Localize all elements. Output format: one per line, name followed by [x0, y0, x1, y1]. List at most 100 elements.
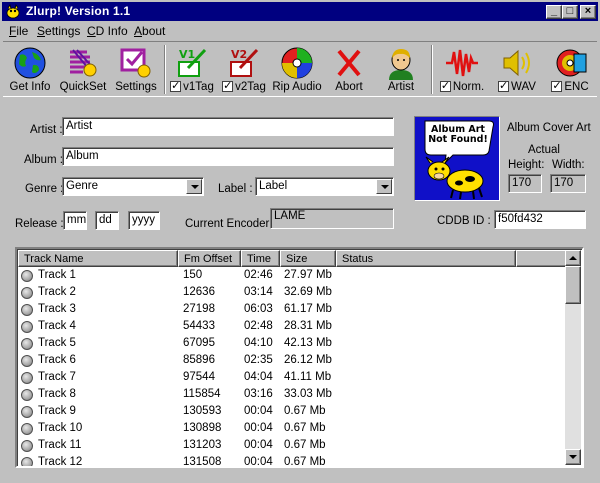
minimize-button[interactable]: _ — [546, 5, 562, 19]
scroll-up-arrow-icon[interactable] — [565, 250, 581, 266]
column-header-size[interactable]: Size — [280, 250, 336, 267]
release-year-input[interactable]: yyyy — [128, 211, 160, 230]
fm-offset-cell: 131508 — [183, 456, 222, 468]
chevron-down-icon[interactable] — [376, 179, 392, 194]
close-button[interactable]: × — [580, 5, 596, 19]
release-month-input[interactable]: mm — [63, 211, 87, 230]
track-status-icon — [21, 287, 33, 299]
artist-button[interactable]: Artist — [377, 44, 425, 95]
column-header-fm-offset[interactable]: Fm Offset — [178, 250, 241, 267]
wav-checkbox[interactable] — [498, 79, 510, 92]
v1tag-toggle[interactable]: V1 v1Tag — [167, 44, 217, 95]
artist-input[interactable]: Artist — [62, 117, 394, 136]
fm-offset-cell: 67095 — [183, 337, 215, 349]
column-header-filler — [516, 250, 568, 267]
table-row[interactable]: Track 3 27198 06:03 61.17 Mb — [18, 301, 568, 318]
svg-text:V1: V1 — [179, 48, 195, 61]
toolbar-separator — [431, 45, 433, 94]
album-art-image[interactable]: Album Art Not Found! — [414, 116, 500, 201]
table-row[interactable]: Track 1 150 02:46 27.97 Mb — [18, 267, 568, 284]
track-name-cell: Track 12 — [38, 456, 83, 468]
column-header-track-name[interactable]: Track Name — [18, 250, 178, 267]
track-status-icon — [21, 406, 33, 418]
abort-button[interactable]: Abort — [325, 44, 373, 95]
quickset-button[interactable]: QuickSet — [57, 44, 109, 95]
track-name-cell: Track 11 — [38, 439, 82, 451]
chevron-down-icon[interactable] — [186, 179, 202, 194]
table-row[interactable]: Track 8 115854 03:16 33.03 Mb — [18, 386, 568, 403]
release-day-input[interactable]: dd — [95, 211, 119, 230]
size-cell: 26.12 Mb — [284, 354, 332, 366]
track-status-icon — [21, 338, 33, 350]
album-cover-art-label: Album Cover Art — [507, 122, 591, 134]
track-list[interactable]: Track Name Fm Offset Time Size Status Tr… — [15, 247, 584, 468]
track-name-cell: Track 4 — [38, 320, 76, 332]
label-select[interactable]: Label — [255, 177, 394, 196]
table-row[interactable]: Track 10 130898 00:04 0.67 Mb — [18, 420, 568, 437]
track-name-cell: Track 3 — [38, 303, 76, 315]
track-name-cell: Track 1 — [38, 269, 76, 281]
enc-toggle[interactable]: ENC — [545, 44, 595, 95]
get-info-button[interactable]: Get Info — [5, 44, 55, 95]
v1-tag-icon: V1 — [178, 48, 207, 77]
table-row[interactable]: Track 4 54433 02:48 28.31 Mb — [18, 318, 568, 335]
wav-toggle[interactable]: WAV — [491, 44, 543, 95]
artist-button-label: Artist — [387, 81, 415, 93]
album-input[interactable]: Album — [62, 147, 394, 166]
time-cell: 06:03 — [244, 303, 273, 315]
fm-offset-cell: 27198 — [183, 303, 215, 315]
v2tag-toggle[interactable]: V2 v2Tag — [219, 44, 269, 95]
maximize-button[interactable]: □ — [562, 5, 578, 19]
encoder-value: LAME — [270, 208, 394, 229]
v1tag-checkbox[interactable] — [170, 79, 182, 92]
track-status-icon — [21, 355, 33, 367]
title-bar[interactable]: Zlurp! Version 1.1 _ □ × — [2, 2, 598, 21]
toolbar: Get Info QuickSet Settings V1 ✓v1Tag V2 … — [3, 41, 597, 97]
table-row[interactable]: Track 2 12636 03:14 32.69 Mb — [18, 284, 568, 301]
table-row[interactable]: Track 12 131508 00:04 0.67 Mb — [18, 454, 568, 468]
genre-select[interactable]: Genre — [62, 177, 204, 196]
time-cell: 03:16 — [244, 388, 273, 400]
size-cell: 0.67 Mb — [284, 405, 326, 417]
norm-checkbox[interactable] — [439, 79, 451, 92]
menu-cd-info[interactable]: CD Info — [87, 24, 128, 38]
v1tag-label: v1Tag — [183, 81, 214, 93]
width-label: Width: — [552, 159, 585, 171]
table-row[interactable]: Track 9 130593 00:04 0.67 Mb — [18, 403, 568, 420]
settings-button[interactable]: Settings — [111, 44, 161, 95]
menu-settings[interactable]: Settings — [37, 24, 80, 38]
table-row[interactable]: Track 5 67095 04:10 42.13 Mb — [18, 335, 568, 352]
time-cell: 02:35 — [244, 354, 273, 366]
width-value: 170 — [550, 174, 586, 193]
get-info-label: Get Info — [9, 81, 51, 93]
table-row[interactable]: Track 6 85896 02:35 26.12 Mb — [18, 352, 568, 369]
artist-label: Artist : — [30, 124, 63, 136]
cddb-id-input[interactable]: f50fd432 — [494, 210, 586, 229]
menu-file[interactable]: File — [9, 24, 28, 38]
time-cell: 00:04 — [244, 456, 273, 468]
column-header-status[interactable]: Status — [336, 250, 516, 267]
cddb-label: CDDB ID : — [437, 215, 491, 227]
v2tag-checkbox[interactable] — [222, 79, 234, 92]
size-cell: 0.67 Mb — [284, 422, 326, 434]
settings-icon — [120, 48, 151, 78]
rip-audio-button[interactable]: Rip Audio — [271, 44, 323, 95]
track-status-icon — [21, 304, 33, 316]
vertical-scrollbar[interactable] — [565, 250, 581, 465]
waveform-icon — [446, 49, 478, 77]
label-value: Label — [259, 180, 288, 192]
table-row[interactable]: Track 11 131203 00:04 0.67 Mb — [18, 437, 568, 454]
scroll-down-arrow-icon[interactable] — [565, 449, 581, 465]
time-cell: 00:04 — [244, 439, 273, 451]
norm-toggle[interactable]: Norm. — [436, 44, 488, 95]
enc-checkbox[interactable] — [551, 79, 563, 92]
size-cell: 0.67 Mb — [284, 439, 326, 451]
enc-label: ENC — [564, 81, 589, 93]
abort-label: Abort — [335, 81, 363, 93]
menu-about[interactable]: About — [134, 24, 165, 38]
column-header-time[interactable]: Time — [241, 250, 280, 267]
table-row[interactable]: Track 7 97544 04:04 41.11 Mb — [18, 369, 568, 386]
scroll-thumb[interactable] — [565, 266, 581, 304]
track-status-icon — [21, 270, 33, 282]
genre-label: Genre : — [25, 183, 64, 195]
